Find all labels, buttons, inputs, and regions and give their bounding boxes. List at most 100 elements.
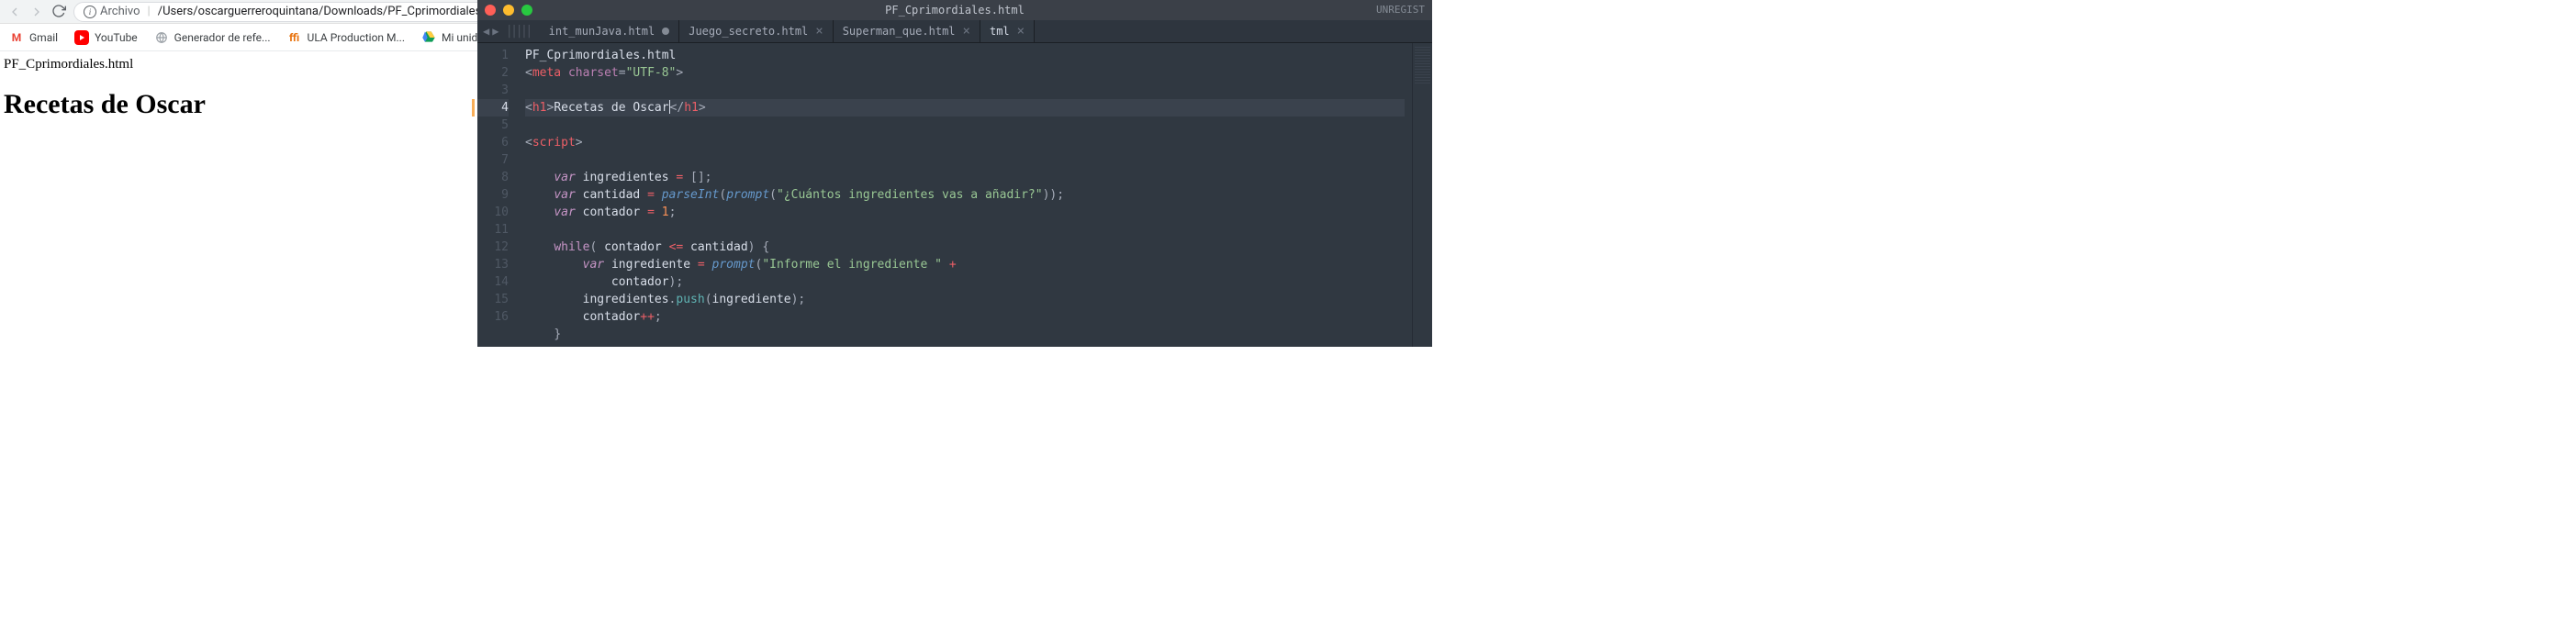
browser-window: i Archivo | /Users/oscarguerreroquintana… — [0, 0, 477, 347]
code-number: 1 — [662, 205, 669, 219]
tab-grip-icon: ||||| — [501, 24, 533, 39]
bookmark-label: ULA Production M... — [308, 31, 405, 44]
tab-current[interactable]: tml × — [980, 20, 1035, 42]
line-number: 5 — [477, 117, 509, 134]
bookmarks-bar: M Gmail YouTube Generador de refe... ffi… — [0, 24, 477, 51]
editor-titlebar: PF_Cprimordiales.html UNREGIST — [477, 0, 1432, 20]
code-keyword: while — [554, 240, 589, 254]
minimap-preview — [1415, 47, 1430, 83]
line-number: 10 — [477, 204, 509, 221]
tab-history-nav: ◀ ▶ ||||| — [477, 24, 540, 39]
minimap[interactable] — [1412, 43, 1432, 347]
tab-superman[interactable]: Superman_que.html × — [834, 20, 980, 42]
tab-juego-secreto[interactable]: Juego_secreto.html × — [679, 20, 833, 42]
line-number: 1 — [477, 47, 509, 64]
tab-modified-icon — [662, 28, 669, 35]
bookmark-ula[interactable]: ffi ULA Production M... — [287, 30, 405, 45]
addr-path: /Users/oscarguerreroquintana/Downloads/P… — [158, 5, 509, 18]
code-attr: charset — [568, 66, 619, 80]
code-area[interactable]: PF_Cprimordiales.html <meta charset="UTF… — [518, 43, 1412, 347]
bookmark-youtube[interactable]: YouTube — [74, 30, 138, 45]
editor-tabs: ◀ ▶ ||||| int_munJava.html Juego_secreto… — [477, 20, 1432, 43]
line-number: 2 — [477, 64, 509, 82]
line-number: 3 — [477, 82, 509, 99]
minimize-window-button[interactable] — [503, 5, 514, 16]
code-keyword: var — [554, 205, 575, 219]
code-var: contador — [611, 275, 669, 289]
line-number: 6 — [477, 134, 509, 151]
code-var: ingrediente — [712, 293, 791, 306]
code-string: "Informe el ingrediente " — [762, 258, 942, 272]
editor-body: 1 2 3 4 5 6 7 8 9 10 11 12 13 14 15 16 P… — [477, 43, 1432, 347]
tab-label: Juego_secreto.html — [689, 25, 808, 38]
close-window-button[interactable] — [485, 5, 496, 16]
tab-back-icon[interactable]: ◀ — [483, 25, 489, 38]
page-heading: Recetas de Oscar — [4, 89, 474, 120]
line-number: 8 — [477, 169, 509, 186]
code-keyword: var — [554, 188, 575, 202]
maximize-window-button[interactable] — [521, 5, 532, 16]
code-tag: h1 — [532, 101, 547, 115]
code-tag: script — [532, 136, 576, 150]
tab-forward-icon[interactable]: ▶ — [492, 25, 498, 38]
code-var: contador — [604, 240, 662, 254]
code-var: contador — [583, 205, 641, 219]
code-text: Recetas de Oscar — [554, 101, 668, 115]
editor-window: PF_Cprimordiales.html UNREGIST ◀ ▶ |||||… — [477, 0, 1432, 347]
code-var: ingredientes — [583, 171, 669, 184]
code-var: ingredientes — [583, 293, 669, 306]
editor-title: PF_Cprimordiales.html — [885, 4, 1025, 17]
line-number: 11 — [477, 221, 509, 239]
site-info-icon[interactable]: i Archivo — [84, 5, 140, 18]
code-keyword: var — [583, 258, 604, 272]
gmail-icon: M — [9, 30, 24, 45]
code-string: "UTF-8" — [626, 66, 677, 80]
window-controls — [485, 5, 532, 16]
code-tag: h1 — [684, 101, 699, 115]
code-function: prompt — [712, 258, 756, 272]
bookmark-label: Generador de refe... — [174, 31, 271, 44]
addr-scheme-label: Archivo — [100, 5, 140, 18]
tab-close-icon[interactable]: × — [1017, 24, 1025, 39]
tab-int-munjava[interactable]: int_munJava.html — [540, 20, 680, 42]
page-title-text: PF_Cprimordiales.html — [4, 57, 474, 72]
line-number-gutter: 1 2 3 4 5 6 7 8 9 10 11 12 13 14 15 16 — [477, 43, 518, 347]
line-number: 15 — [477, 291, 509, 308]
forward-button[interactable] — [29, 4, 44, 20]
editor-registration-status: UNREGIST — [1376, 4, 1425, 16]
line-number: 16 — [477, 308, 509, 326]
browser-toolbar: i Archivo | /Users/oscarguerreroquintana… — [0, 0, 477, 24]
code-var: cantidad — [583, 188, 641, 202]
code-method: push — [676, 293, 704, 306]
tab-label: tml — [990, 25, 1010, 38]
tab-close-icon[interactable]: × — [963, 24, 970, 39]
code-function: prompt — [726, 188, 769, 202]
reload-button[interactable] — [51, 4, 66, 20]
tab-label: Superman_que.html — [843, 25, 956, 38]
bookmark-gmail[interactable]: M Gmail — [9, 30, 58, 45]
line-number: 4 — [477, 99, 509, 117]
bookmark-label: Gmail — [29, 31, 58, 44]
globe-icon — [154, 30, 169, 45]
address-bar[interactable]: i Archivo | /Users/oscarguerreroquintana… — [73, 2, 519, 22]
code-var: ingrediente — [611, 258, 690, 272]
browser-viewport: PF_Cprimordiales.html Recetas de Oscar — [0, 51, 477, 126]
code-tag: meta — [532, 66, 561, 80]
code-function: parseInt — [662, 188, 720, 202]
code-keyword: var — [554, 171, 575, 184]
tab-close-icon[interactable]: × — [815, 24, 823, 39]
line-number: 12 — [477, 239, 509, 256]
code-string: "¿Cuántos ingredientes vas a añadir?" — [777, 188, 1043, 202]
ula-icon: ffi — [287, 30, 302, 45]
back-button[interactable] — [7, 4, 22, 20]
line-number: 9 — [477, 186, 509, 204]
line-number: 7 — [477, 151, 509, 169]
code-var: cantidad — [690, 240, 748, 254]
bookmark-label: YouTube — [95, 31, 138, 44]
code-text: PF_Cprimordiales.html — [525, 49, 676, 62]
code-var: contador — [583, 310, 641, 324]
tab-label: int_munJava.html — [549, 25, 655, 38]
bookmark-generator[interactable]: Generador de refe... — [154, 30, 271, 45]
line-number: 13 — [477, 256, 509, 273]
code-operator: <= — [669, 240, 684, 254]
